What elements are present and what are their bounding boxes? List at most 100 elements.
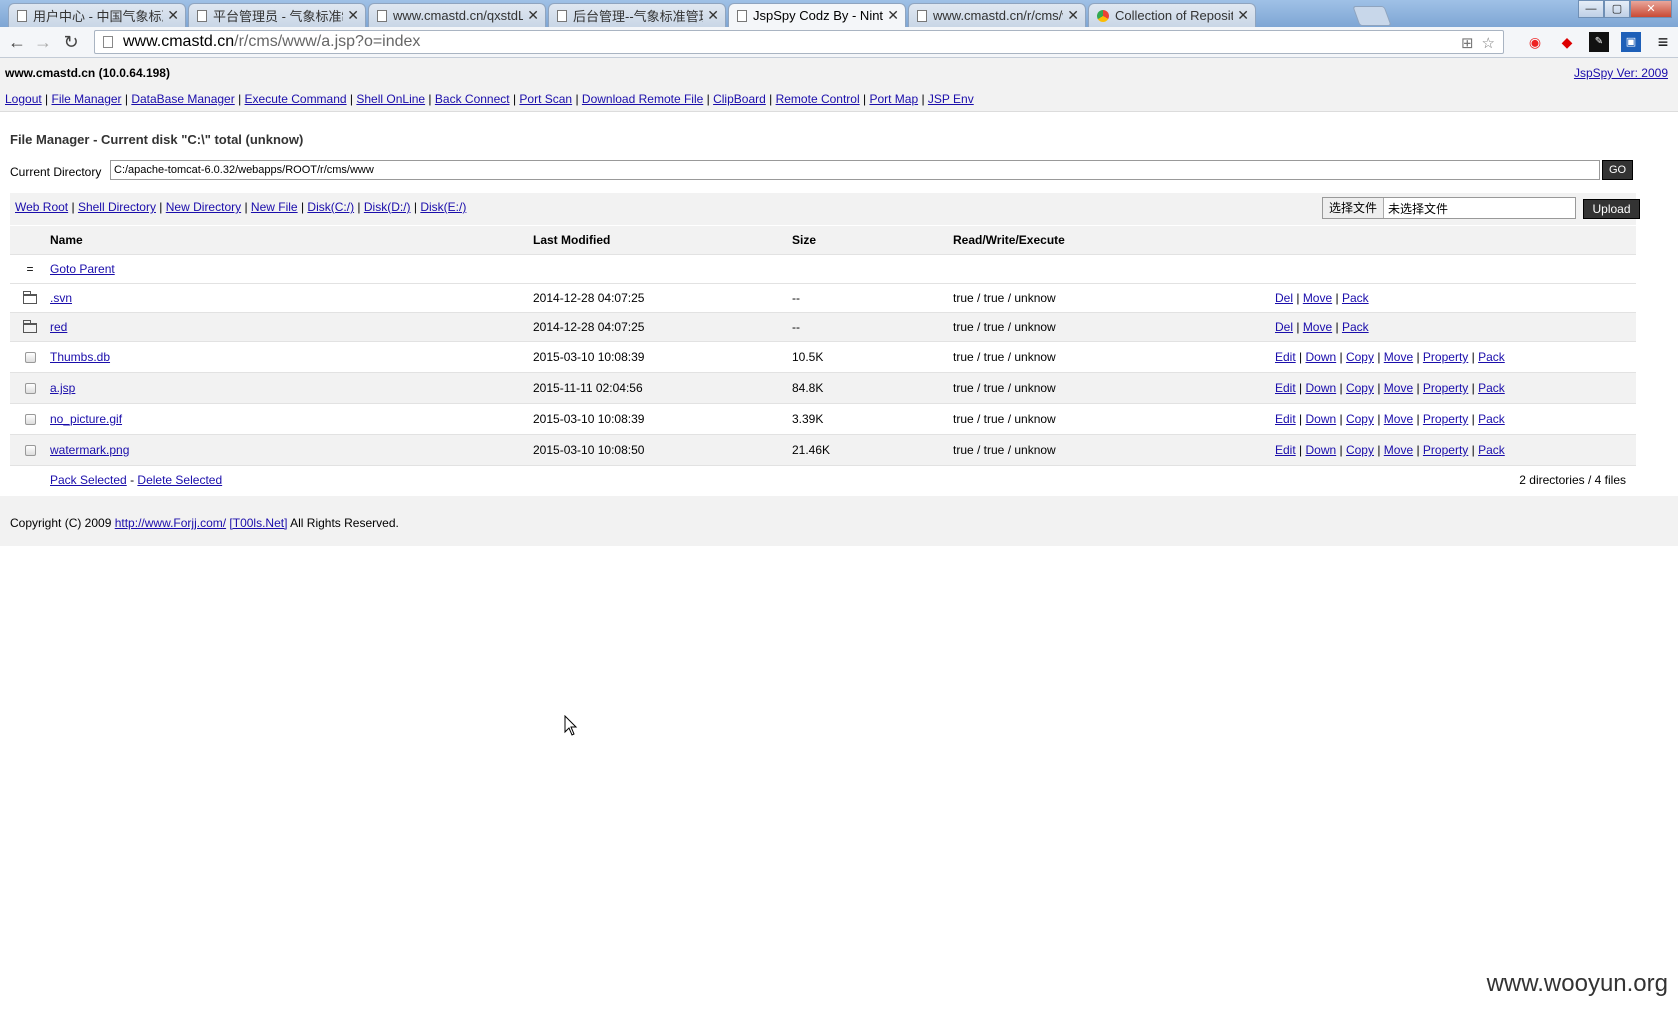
address-bar[interactable]: www.cmastd.cn/r/cms/www/a.jsp?o=index ⊞ …: [94, 30, 1504, 54]
extension-blue-icon[interactable]: ▣: [1621, 32, 1641, 52]
menu-item-3[interactable]: Execute Command: [245, 92, 347, 106]
action-pack-link[interactable]: Pack: [1342, 320, 1369, 334]
menu-item-11[interactable]: JSP Env: [928, 92, 974, 106]
browser-toolbar: ← → ↻ www.cmastd.cn/r/cms/www/a.jsp?o=in…: [0, 27, 1678, 58]
goto-parent-link[interactable]: Goto Parent: [50, 262, 115, 276]
browser-tab-4[interactable]: JspSpy Codz By - Ninty ✕: [728, 3, 906, 27]
browser-tab-6[interactable]: Collection of Repositori ✕: [1088, 3, 1256, 27]
action-move-link[interactable]: Move: [1384, 443, 1413, 457]
extension-diamond-icon[interactable]: ◆: [1557, 32, 1577, 52]
tab-close-icon[interactable]: ✕: [347, 7, 359, 24]
action-pack-link[interactable]: Pack: [1478, 350, 1505, 364]
forjj-link[interactable]: http://www.Forjj.com/: [115, 516, 226, 530]
action-property-link[interactable]: Property: [1423, 381, 1468, 395]
action-down-link[interactable]: Down: [1305, 412, 1336, 426]
action-edit-link[interactable]: Edit: [1275, 381, 1296, 395]
maximize-button[interactable]: ▢: [1604, 0, 1630, 18]
menu-item-8[interactable]: ClipBoard: [713, 92, 766, 106]
action-move-link[interactable]: Move: [1384, 350, 1413, 364]
menu-item-7[interactable]: Download Remote File: [582, 92, 703, 106]
extension-red-icon[interactable]: ◉: [1525, 32, 1545, 52]
tab-close-icon[interactable]: ✕: [1067, 7, 1079, 24]
action-down-link[interactable]: Down: [1305, 381, 1336, 395]
dir-link-1[interactable]: Shell Directory: [78, 200, 156, 214]
action-property-link[interactable]: Property: [1423, 350, 1468, 364]
action-pack-link[interactable]: Pack: [1478, 443, 1505, 457]
action-copy-link[interactable]: Copy: [1346, 412, 1374, 426]
minimize-button[interactable]: —: [1578, 0, 1604, 18]
version-link[interactable]: JspSpy Ver: 2009: [1574, 66, 1668, 80]
close-window-button[interactable]: ✕: [1630, 0, 1672, 18]
dir-link-2[interactable]: New Directory: [166, 200, 241, 214]
action-move-link[interactable]: Move: [1303, 291, 1332, 305]
action-pack-link[interactable]: Pack: [1342, 291, 1369, 305]
tab-close-icon[interactable]: ✕: [887, 7, 899, 24]
file-name-link[interactable]: a.jsp: [50, 381, 75, 395]
translate-icon[interactable]: ⊞: [1461, 34, 1474, 52]
extension-dark-icon[interactable]: ✎: [1589, 32, 1609, 52]
delete-selected-link[interactable]: Delete Selected: [137, 473, 222, 487]
action-copy-link[interactable]: Copy: [1346, 443, 1374, 457]
tab-close-icon[interactable]: ✕: [707, 7, 719, 24]
menu-item-5[interactable]: Back Connect: [435, 92, 510, 106]
select-checkbox[interactable]: [24, 383, 36, 395]
current-directory-input[interactable]: [110, 160, 1600, 180]
select-checkbox[interactable]: [24, 352, 36, 364]
choose-file-button[interactable]: 选择文件: [1323, 198, 1385, 218]
menu-item-2[interactable]: DataBase Manager: [131, 92, 234, 106]
new-tab-button[interactable]: [1352, 6, 1392, 26]
action-down-link[interactable]: Down: [1305, 443, 1336, 457]
action-move-link[interactable]: Move: [1303, 320, 1332, 334]
dir-link-6[interactable]: Disk(E:/): [420, 200, 466, 214]
file-name-link[interactable]: .svn: [50, 291, 72, 305]
action-pack-link[interactable]: Pack: [1478, 381, 1505, 395]
file-name-link[interactable]: watermark.png: [50, 443, 129, 457]
browser-tab-0[interactable]: 用户中心 - 中国气象标准 ✕: [8, 3, 186, 27]
go-button[interactable]: GO: [1602, 160, 1633, 180]
pack-selected-link[interactable]: Pack Selected: [50, 473, 127, 487]
menu-item-0[interactable]: Logout: [5, 92, 42, 106]
dir-link-4[interactable]: Disk(C:/): [307, 200, 354, 214]
menu-hamburger-icon[interactable]: ≡: [1653, 32, 1673, 52]
action-edit-link[interactable]: Edit: [1275, 350, 1296, 364]
action-copy-link[interactable]: Copy: [1346, 350, 1374, 364]
select-checkbox[interactable]: [24, 445, 36, 457]
back-arrow-icon[interactable]: ←: [6, 31, 28, 53]
browser-tab-2[interactable]: www.cmastd.cn/qxstdLc ✕: [368, 3, 546, 27]
action-down-link[interactable]: Down: [1305, 350, 1336, 364]
action-move-link[interactable]: Move: [1384, 381, 1413, 395]
file-chooser[interactable]: 选择文件 未选择文件: [1322, 197, 1576, 219]
dir-link-0[interactable]: Web Root: [15, 200, 68, 214]
dir-link-5[interactable]: Disk(D:/): [364, 200, 411, 214]
tab-close-icon[interactable]: ✕: [167, 7, 179, 24]
tab-close-icon[interactable]: ✕: [527, 7, 539, 24]
action-edit-link[interactable]: Edit: [1275, 443, 1296, 457]
menu-item-1[interactable]: File Manager: [52, 92, 122, 106]
action-pack-link[interactable]: Pack: [1478, 412, 1505, 426]
menu-item-6[interactable]: Port Scan: [519, 92, 572, 106]
action-move-link[interactable]: Move: [1384, 412, 1413, 426]
file-name-link[interactable]: Thumbs.db: [50, 350, 110, 364]
tab-close-icon[interactable]: ✕: [1237, 7, 1249, 24]
forward-arrow-icon[interactable]: →: [32, 31, 54, 53]
action-del-link[interactable]: Del: [1275, 320, 1293, 334]
browser-tab-5[interactable]: www.cmastd.cn/r/cms/w ✕: [908, 3, 1086, 27]
reload-icon[interactable]: ↻: [60, 31, 82, 53]
menu-item-9[interactable]: Remote Control: [776, 92, 860, 106]
upload-button[interactable]: Upload: [1583, 199, 1640, 219]
browser-tab-3[interactable]: 后台管理--气象标准管理 ✕: [548, 3, 726, 27]
file-name-link[interactable]: no_picture.gif: [50, 412, 122, 426]
bookmark-star-icon[interactable]: ☆: [1482, 34, 1495, 52]
dir-link-3[interactable]: New File: [251, 200, 298, 214]
action-property-link[interactable]: Property: [1423, 412, 1468, 426]
file-name-link[interactable]: red: [50, 320, 67, 334]
browser-tab-1[interactable]: 平台管理员 - 气象标准制 ✕: [188, 3, 366, 27]
menu-item-10[interactable]: Port Map: [869, 92, 918, 106]
menu-item-4[interactable]: Shell OnLine: [356, 92, 425, 106]
action-property-link[interactable]: Property: [1423, 443, 1468, 457]
action-copy-link[interactable]: Copy: [1346, 381, 1374, 395]
action-del-link[interactable]: Del: [1275, 291, 1293, 305]
select-checkbox[interactable]: [24, 414, 36, 426]
t00ls-link[interactable]: [T00ls.Net]: [229, 516, 287, 530]
action-edit-link[interactable]: Edit: [1275, 412, 1296, 426]
